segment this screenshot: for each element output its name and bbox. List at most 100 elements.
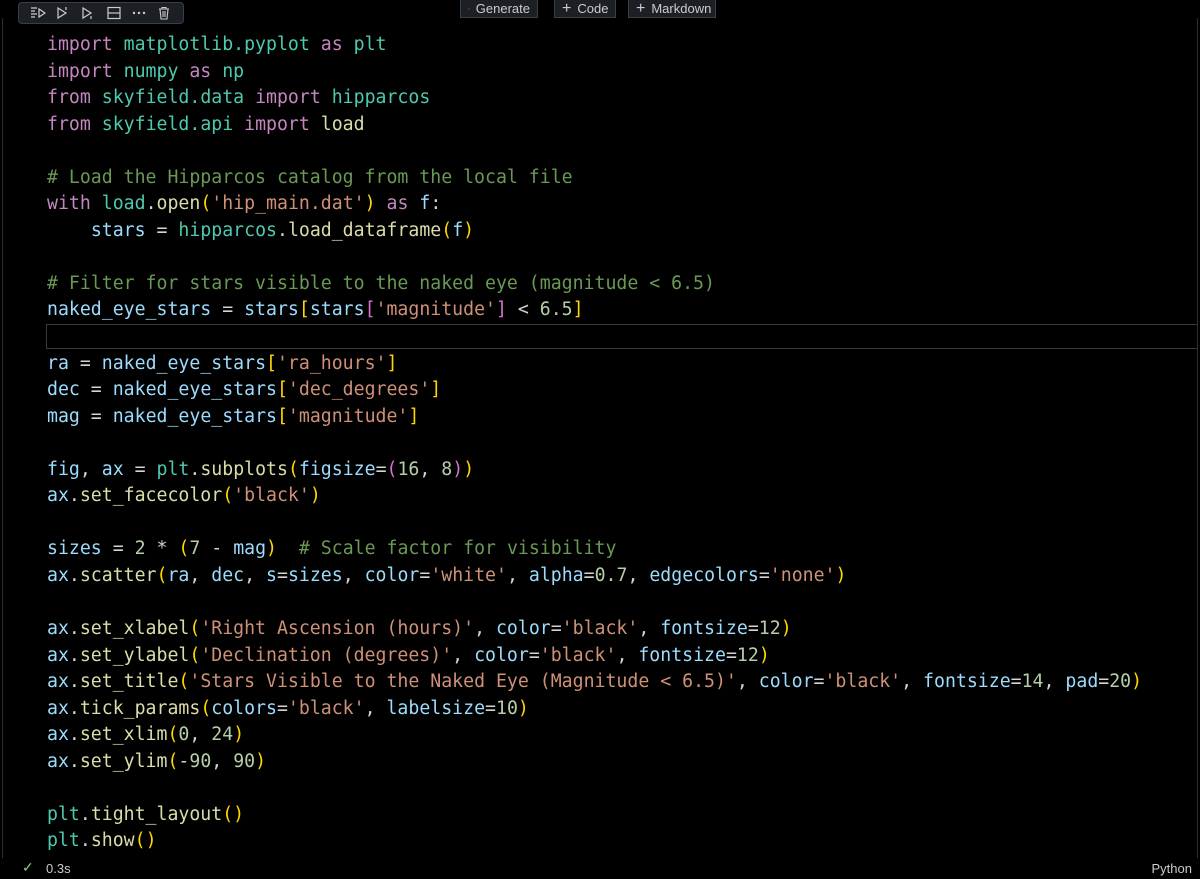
code-line[interactable]: # Load the Hipparcos catalog from the lo… [47, 165, 1197, 192]
code-token: sizes [287, 564, 343, 586]
code-token: colors [211, 697, 277, 719]
code-line[interactable] [47, 324, 1197, 351]
code-token: ax [47, 644, 69, 666]
success-check-icon: ✓ [22, 859, 34, 875]
code-line[interactable]: plt.show() [47, 828, 1197, 855]
code-line[interactable]: ax.set_facecolor('black') [47, 483, 1197, 510]
code-token: hipparcos [331, 87, 431, 109]
code-token: = [583, 564, 595, 586]
code-line[interactable]: # Filter for stars visible to the naked … [47, 271, 1197, 298]
code-token: ) [1131, 671, 1143, 693]
code-token: skyfield.api [101, 113, 234, 135]
code-line[interactable] [47, 138, 1197, 165]
split-cell-icon[interactable] [101, 3, 126, 23]
code-line[interactable]: stars = hipparcos.load_dataframe(f) [47, 218, 1197, 245]
code-line[interactable] [47, 430, 1197, 457]
code-line[interactable] [47, 775, 1197, 802]
cell-language[interactable]: Python [1152, 861, 1192, 876]
code-token: # Filter for stars visible to the naked … [47, 272, 715, 294]
code-token: = [813, 671, 825, 693]
notebook-cell[interactable]: Generate + Code + Markdown import matplo… [0, 0, 1200, 879]
code-token: scatter [79, 564, 157, 586]
code-token: ( [156, 564, 168, 586]
code-token: . [68, 750, 80, 772]
code-line[interactable]: sizes = 2 * (7 - mag) # Scale factor for… [47, 536, 1197, 563]
code-line[interactable]: plt.tight_layout() [47, 802, 1197, 829]
code-token: sizes [47, 538, 102, 560]
code-line[interactable] [47, 244, 1197, 271]
code-line[interactable]: from skyfield.api import load [47, 112, 1197, 139]
code-token: ] [495, 299, 507, 321]
code-token: naked_eye_stars [101, 352, 267, 374]
code-label: Code [577, 1, 609, 16]
code-token: ra [167, 564, 190, 586]
code-line[interactable] [47, 510, 1197, 537]
code-token: , [364, 697, 387, 719]
add-markdown-cell-button[interactable]: + Markdown [628, 0, 716, 18]
code-line[interactable]: dec = naked_eye_stars['dec_degrees'] [47, 377, 1197, 404]
code-token: ( [200, 193, 212, 215]
code-token: ) [452, 458, 464, 480]
code-line[interactable]: ax.set_ylabel('Declination (degrees)', c… [47, 643, 1197, 670]
code-token: = [550, 618, 562, 640]
code-token: 'none' [769, 564, 836, 586]
code-token: labelsize [386, 697, 486, 719]
code-token: plt [353, 34, 387, 55]
add-code-cell-button[interactable]: + Code [554, 0, 616, 18]
code-line[interactable]: import matplotlib.pyplot as plt [47, 32, 1197, 59]
code-token: mag [47, 405, 80, 427]
code-line[interactable]: fig, ax = plt.subplots(figsize=(16, 8)) [47, 457, 1197, 484]
run-by-line-icon[interactable] [25, 3, 50, 23]
code-token: . [68, 697, 80, 719]
code-token: , [189, 564, 212, 586]
execute-below-icon[interactable] [76, 3, 101, 23]
code-token: ( [167, 724, 179, 746]
code-token: - [178, 750, 190, 772]
code-line[interactable]: ax.set_xlim(0, 24) [47, 722, 1197, 749]
delete-icon[interactable] [152, 3, 177, 23]
code-line[interactable]: naked_eye_stars = stars[stars['magnitude… [47, 297, 1197, 324]
code-token: 24 [211, 724, 234, 746]
more-icon[interactable] [126, 3, 151, 23]
code-line[interactable]: from skyfield.data import hipparcos [47, 85, 1197, 112]
code-token: import [47, 34, 113, 55]
code-token: = [101, 538, 135, 560]
code-token: as [320, 34, 343, 55]
code-token: ax [47, 671, 69, 693]
code-line[interactable]: with load.open('hip_main.dat') as f: [47, 191, 1197, 218]
code-line[interactable]: ax.set_xlabel('Right Ascension (hours)',… [47, 616, 1197, 643]
code-token: skyfield.data [101, 87, 245, 109]
code-token: 'dec_degrees' [287, 379, 431, 401]
code-token: fontsize [638, 644, 726, 666]
code-token: ) [463, 219, 475, 241]
code-token: # Scale factor for visibility [298, 538, 617, 560]
code-line[interactable]: ax.scatter(ra, dec, s=sizes, color='whit… [47, 563, 1197, 590]
code-token: ( [287, 458, 299, 480]
code-token: plt [156, 458, 190, 480]
execute-above-icon[interactable] [50, 3, 75, 23]
code-token: ) [835, 564, 847, 586]
code-line[interactable] [47, 589, 1197, 616]
code-token: tick_params [79, 697, 201, 719]
code-token: # Load the Hipparcos catalog from the lo… [47, 166, 573, 188]
code-token: 12 [758, 618, 781, 640]
generate-button[interactable]: Generate [460, 0, 538, 18]
code-line[interactable]: ax.set_ylim(-90, 90) [47, 749, 1197, 776]
code-token: ) [255, 750, 267, 772]
code-token: = [1010, 671, 1022, 693]
code-token: ) [364, 193, 376, 215]
code-token: f [452, 219, 464, 241]
code-token: stars [90, 219, 146, 241]
code-token: , [1043, 671, 1066, 693]
code-token: , [474, 618, 496, 640]
code-line[interactable]: import numpy as np [47, 59, 1197, 86]
code-line[interactable]: ra = naked_eye_stars['ra_hours'] [47, 351, 1197, 378]
code-line[interactable]: ax.tick_params(colors='black', labelsize… [47, 696, 1197, 723]
code-token: show [90, 830, 135, 852]
code-line[interactable]: mag = naked_eye_stars['magnitude'] [47, 404, 1197, 431]
code-editor[interactable]: import matplotlib.pyplot as plt import nu… [47, 32, 1197, 855]
code-line[interactable]: ax.set_title('Stars Visible to the Naked… [47, 669, 1197, 696]
